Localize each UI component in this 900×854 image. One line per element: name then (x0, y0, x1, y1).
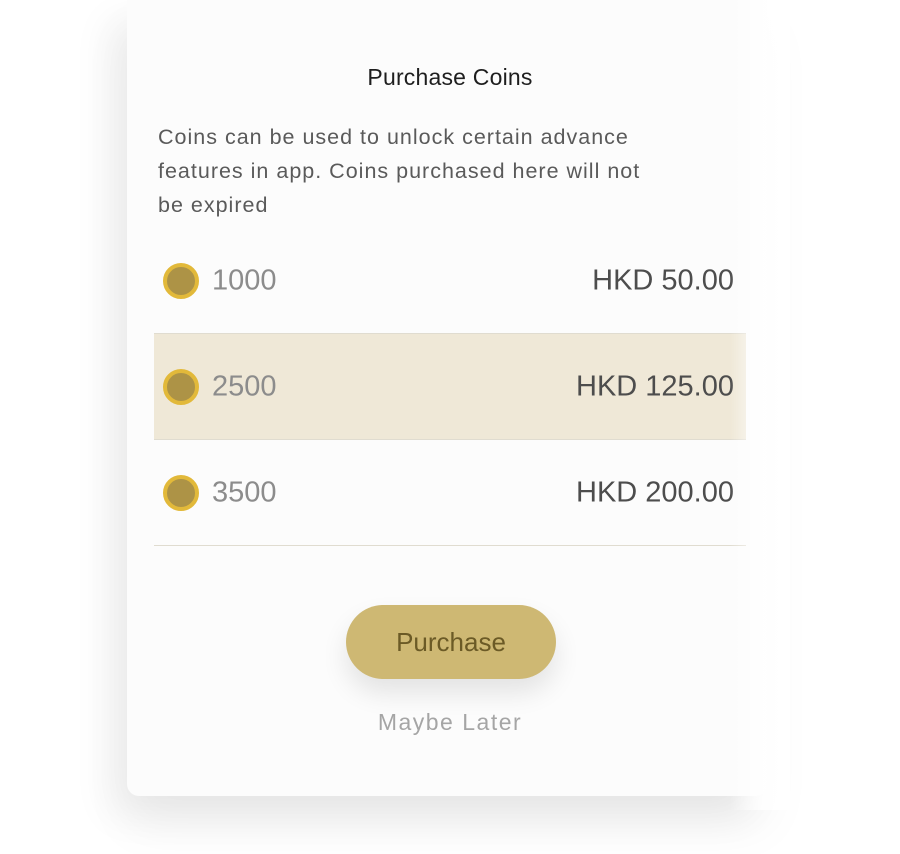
maybe-later-link[interactable]: Maybe Later (127, 709, 773, 736)
dialog-description: Coins can be used to unlock certain adva… (158, 120, 738, 222)
coin-price: HKD 200.00 (576, 476, 734, 508)
description-line: features in app. Coins purchased here wi… (158, 159, 641, 183)
dialog-title: Purchase Coins (367, 64, 533, 90)
coin-amount: 3500 (212, 476, 277, 508)
screen: Purchase Coins Coins can be used to unlo… (0, 0, 900, 854)
coin-package-option-1000[interactable]: 1000 HKD 50.00 (154, 228, 746, 334)
coin-price: HKD 50.00 (592, 264, 734, 296)
coin-price: HKD 125.00 (576, 370, 734, 402)
coin-icon (163, 262, 199, 299)
coin-icon (163, 368, 199, 405)
coin-icon (163, 474, 199, 511)
coin-package-option-2500[interactable]: 2500 HKD 125.00 (154, 333, 746, 440)
coin-package-list: 1000 HKD 50.00 2500 HKD 125.00 3500 HKD … (154, 228, 746, 546)
coin-package-option-3500[interactable]: 3500 HKD 200.00 (154, 440, 746, 546)
purchase-button[interactable]: Purchase (346, 605, 556, 679)
description-line: be expired (158, 193, 269, 217)
description-line: Coins can be used to unlock certain adva… (158, 125, 629, 149)
coin-amount: 2500 (212, 370, 277, 402)
coin-amount: 1000 (212, 264, 277, 296)
